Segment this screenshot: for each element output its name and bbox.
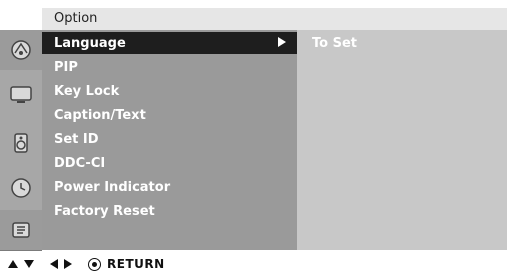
menu-item-label: Key Lock xyxy=(54,84,120,99)
satellite-dish-icon xyxy=(9,38,33,62)
right-arrow-icon xyxy=(64,259,72,269)
menu-item-key-lock[interactable]: Key Lock xyxy=(42,80,297,102)
submenu-arrow-icon xyxy=(278,37,286,47)
rail-item-antenna[interactable] xyxy=(0,30,42,71)
menu-item-label: PIP xyxy=(54,60,78,75)
monitor-icon xyxy=(9,83,33,107)
osd-option-menu: Option Language PIP Key Lock Caption/Tex… xyxy=(0,0,507,274)
menu-item-ddc-ci[interactable]: DDC-CI xyxy=(42,152,297,174)
menu-item-label: Language xyxy=(54,36,126,51)
menu-header: Option xyxy=(42,8,507,30)
navigation-hints: RETURN xyxy=(8,257,165,271)
option-icon xyxy=(9,218,33,242)
menu-item-power-indicator[interactable]: Power Indicator xyxy=(42,176,297,198)
menu-item-label: Set ID xyxy=(54,132,99,147)
menu-item-label: Factory Reset xyxy=(54,204,155,219)
menu-item-caption-text[interactable]: Caption/Text xyxy=(42,104,297,126)
footer-hints: RETURN xyxy=(0,254,507,274)
ok-icon xyxy=(88,257,101,271)
menu-item-pip[interactable]: PIP xyxy=(42,56,297,78)
submenu-value: To Set xyxy=(312,36,357,51)
down-arrow-icon xyxy=(24,260,34,268)
rail-item-option[interactable] xyxy=(0,210,42,251)
submenu-panel: To Set xyxy=(297,30,507,250)
menu-item-label: Power Indicator xyxy=(54,180,171,195)
category-rail xyxy=(0,30,42,251)
clock-icon xyxy=(9,176,33,200)
menu-item-label: Caption/Text xyxy=(54,108,146,123)
menu-item-factory-reset[interactable]: Factory Reset xyxy=(42,200,297,222)
rail-item-picture[interactable] xyxy=(0,70,42,121)
speaker-icon xyxy=(9,131,33,155)
menu-item-set-id[interactable]: Set ID xyxy=(42,128,297,150)
rail-item-time[interactable] xyxy=(0,165,42,211)
return-label: RETURN xyxy=(107,257,165,271)
rail-item-audio[interactable] xyxy=(0,120,42,166)
menu-item-language[interactable]: Language xyxy=(42,32,297,54)
option-menu-list: Language PIP Key Lock Caption/Text Set I… xyxy=(42,30,297,250)
menu-title: Option xyxy=(54,11,98,26)
left-arrow-icon xyxy=(50,259,58,269)
menu-item-label: DDC-CI xyxy=(54,156,106,171)
up-arrow-icon xyxy=(8,260,18,268)
